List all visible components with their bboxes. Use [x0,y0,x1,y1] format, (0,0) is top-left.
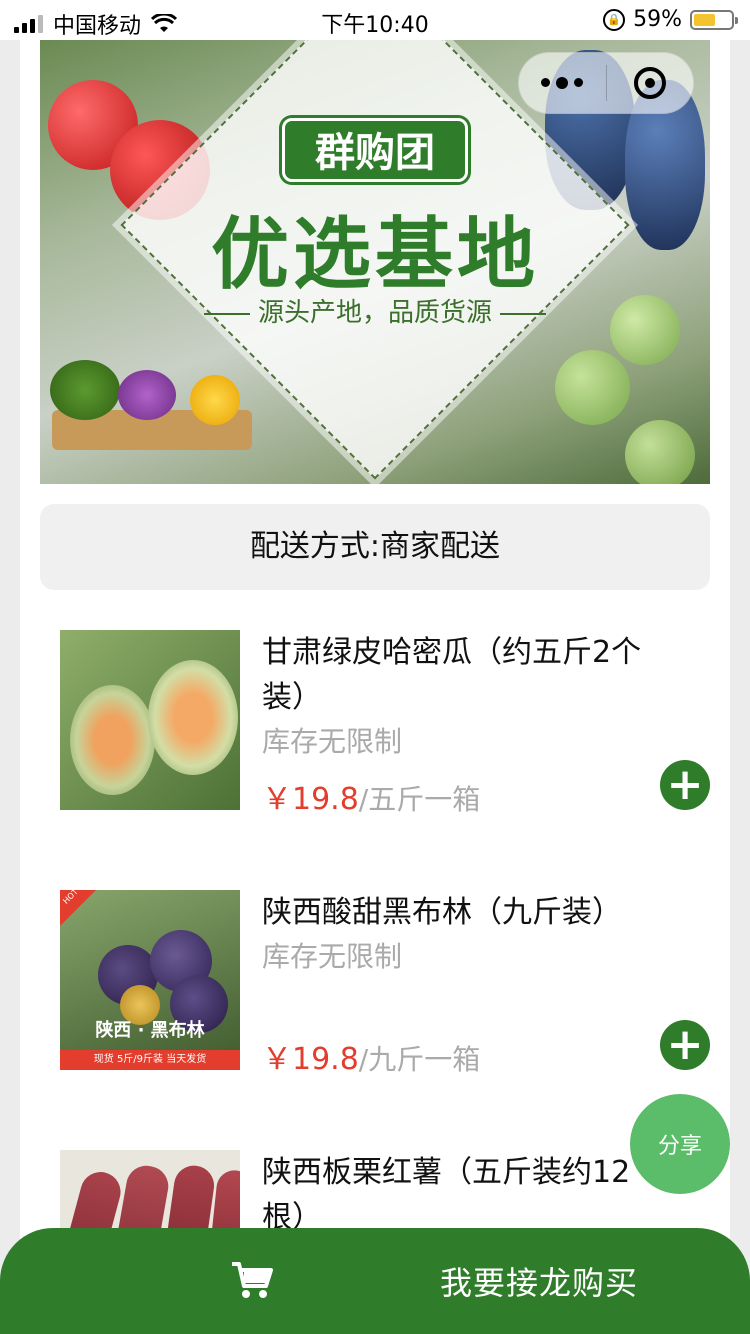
product-image-plum[interactable]: HOT 陕西 · 黑布林 现货 5斤/9斤装 当天发货 [60,890,240,1070]
status-right: 🔒 59% [603,7,738,32]
plus-icon: + [666,1019,704,1070]
price-value: ￥19.8 [262,1042,359,1077]
product-stock: 库存无限制 [262,725,403,758]
price-value: ￥19.8 [262,782,359,817]
share-button[interactable]: 分享 [630,1094,730,1194]
mini-program-capsule [518,52,694,114]
status-bar: 中国移动 下午10:40 🔒 59% [0,0,750,40]
page-container: 群购团 优选基地 源头产地，品质货源 配送方式:商家配送 甘肃绿皮哈密瓜（约五斤… [20,40,730,1334]
product-item[interactable]: 甘肃绿皮哈密瓜（约五斤2个装） 库存无限制 ￥19.8/五斤一箱 + [60,630,710,817]
plum-image [625,420,695,484]
product-stock: 库存无限制 [262,940,403,973]
battery-icon [690,9,738,30]
image-strip: 现货 5斤/9斤装 当天发货 [60,1050,240,1070]
pepper-image [190,375,240,425]
buy-bar[interactable]: 我要接龙购买 [0,1228,750,1334]
product-name[interactable]: 陕西板栗红薯（五斤装约12根） [262,1150,652,1240]
buy-label[interactable]: 我要接龙购买 [440,1258,638,1304]
add-to-cart-button[interactable]: + [660,1020,710,1070]
plus-icon: + [666,759,704,810]
price-unit: /五斤一箱 [358,783,481,816]
divider [203,312,250,315]
product-price: ￥19.8/九斤一箱 [262,1034,480,1078]
banner-headline: 优选基地 [210,210,539,300]
product-image-melon[interactable] [60,630,240,810]
add-to-cart-button[interactable]: + [660,760,710,810]
divider [500,312,546,315]
product-name[interactable]: 陕西酸甜黑布林（九斤装） [262,890,652,935]
delivery-method: 配送方式:商家配送 [40,504,710,590]
plum-image [555,350,630,425]
orientation-lock-icon: 🔒 [603,8,626,31]
price-unit: /九斤一箱 [358,1043,481,1076]
banner-subline: 源头产地，品质货源 [40,292,710,329]
banner[interactable]: 群购团 优选基地 源头产地，品质货源 [40,40,710,484]
image-caption: 陕西 · 黑布林 [95,1020,205,1041]
banner-subline-text: 源头产地，品质货源 [257,298,492,328]
product-price: ￥19.8/五斤一箱 [262,774,480,818]
close-button[interactable] [607,67,694,99]
battery-percent: 59% [633,7,682,32]
more-dots-icon[interactable] [519,76,606,89]
cart-icon [232,1262,273,1298]
banner-tag: 群购团 [282,118,468,182]
cabbage-image [118,370,176,420]
broccoli-image [50,360,120,420]
product-item[interactable]: HOT 陕西 · 黑布林 现货 5斤/9斤装 当天发货 陕西酸甜黑布林（九斤装）… [60,890,710,1077]
target-close-icon [633,67,666,99]
product-name[interactable]: 甘肃绿皮哈密瓜（约五斤2个装） [262,630,652,720]
